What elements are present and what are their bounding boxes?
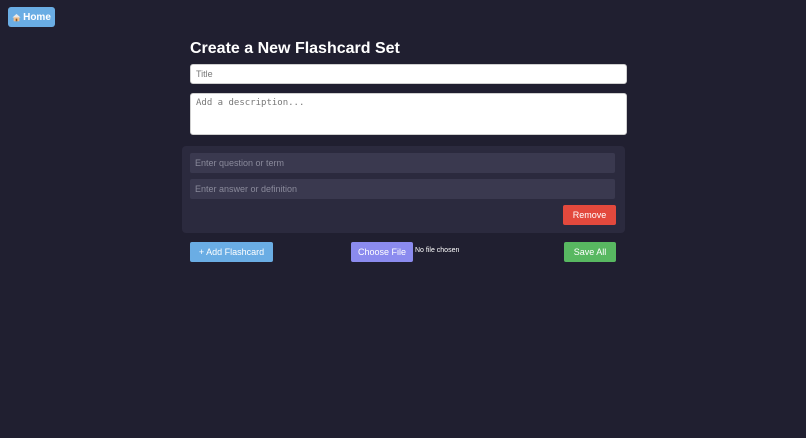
- home-button[interactable]: Home: [8, 7, 55, 27]
- choose-file-button[interactable]: Choose File: [351, 242, 413, 262]
- description-input[interactable]: [190, 93, 627, 135]
- house-icon: [12, 13, 21, 22]
- add-flashcard-button[interactable]: + Add Flashcard: [190, 242, 273, 262]
- home-button-label: Home: [23, 11, 51, 23]
- question-input[interactable]: [190, 153, 615, 173]
- page-title: Create a New Flashcard Set: [190, 40, 400, 57]
- file-status-text: No file chosen: [415, 247, 460, 254]
- save-all-button[interactable]: Save All: [564, 242, 616, 262]
- flashcard-item: Remove: [182, 146, 625, 233]
- remove-flashcard-button[interactable]: Remove: [563, 205, 616, 225]
- answer-input[interactable]: [190, 179, 615, 199]
- title-input[interactable]: [190, 64, 627, 84]
- page: Home Create a New Flashcard Set Remove +…: [0, 0, 806, 438]
